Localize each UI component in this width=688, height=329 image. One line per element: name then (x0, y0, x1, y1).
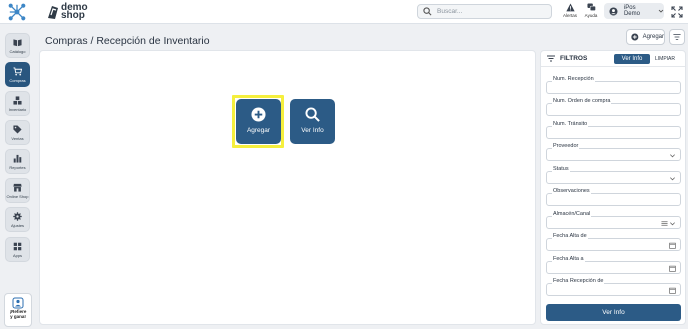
sidebar-item-apps[interactable]: Apps (5, 237, 30, 262)
bar-chart-icon (13, 154, 22, 163)
tag-icon (13, 125, 22, 134)
sidebar-item-label: Online Shop (6, 194, 29, 199)
boxes-icon (13, 96, 22, 105)
sidebar-item-ajustes[interactable]: Ajustes (5, 207, 30, 232)
field-fecha-alta-de[interactable] (546, 238, 681, 251)
search-icon (305, 107, 320, 122)
field-label-almacen-canal: Almacén/Canal (552, 211, 592, 217)
help-label: Ayuda (584, 13, 598, 18)
field-fecha-alta-a[interactable] (546, 261, 681, 274)
sidebar: Catálogo Compras Inventario Ventas Repor… (0, 25, 37, 329)
chevron-down-icon (670, 222, 675, 226)
filter-icon (547, 55, 555, 62)
view-info-button[interactable]: Ver Info (290, 99, 335, 144)
filter-toggle-button[interactable] (669, 29, 685, 45)
sidebar-item-compras[interactable]: Compras (5, 62, 30, 87)
chevron-down-icon (670, 154, 675, 158)
apps-icon (13, 242, 22, 251)
refer-and-earn-button[interactable]: ¡Refiere y gana! (4, 293, 32, 327)
filters-panel: FILTROS Ver Info LIMPIAR Num. Recepción … (540, 50, 686, 325)
sidebar-item-label: Apps (12, 253, 23, 258)
sidebar-item-catalogo[interactable]: Catálogo (5, 33, 30, 58)
search-box[interactable] (417, 4, 552, 19)
app-logo-icon[interactable] (8, 3, 26, 21)
calendar-icon (669, 287, 676, 294)
cart-icon (13, 67, 22, 76)
top-bar: demo shop Alertas Ayuda iPos Demo (0, 0, 688, 24)
search-icon (423, 7, 432, 16)
main-content-panel: Agregar Ver Info (39, 50, 536, 325)
field-label-num-orden-compra: Num. Orden de compra (552, 98, 612, 104)
user-name: iPos Demo (623, 5, 640, 17)
sidebar-item-inventario[interactable]: Inventario (5, 91, 30, 116)
field-label-proveedor: Proveedor (552, 143, 580, 149)
calendar-icon (669, 242, 676, 249)
field-proveedor[interactable] (546, 148, 681, 161)
sidebar-item-label: Ventas (11, 136, 24, 141)
sidebar-item-label: Inventario (8, 107, 27, 112)
field-fecha-recepcion-de[interactable] (546, 283, 681, 296)
alerts-button[interactable]: Alertas (560, 3, 580, 18)
warning-icon (565, 3, 575, 12)
field-label-fecha-alta-a: Fecha Alta a (552, 256, 585, 262)
help-button[interactable]: Ayuda (581, 3, 601, 18)
filters-header: FILTROS Ver Info LIMPIAR (541, 51, 685, 67)
plus-circle-icon (251, 107, 266, 122)
filters-view-info-tab[interactable]: Ver Info (614, 54, 650, 64)
add-button[interactable]: Agregar (626, 29, 665, 45)
page-title: Compras / Recepción de Inventario (45, 35, 210, 47)
user-avatar-icon (609, 6, 618, 16)
field-label-num-transito: Num. Tránsito (552, 121, 589, 127)
filter-icon (673, 34, 681, 40)
filters-clear-button[interactable]: LIMPIAR (655, 56, 675, 62)
filters-title: FILTROS (560, 55, 588, 62)
add-reception-button[interactable]: Agregar (236, 99, 281, 144)
list-checks-icon (661, 221, 668, 226)
field-num-recepcion[interactable] (546, 81, 681, 94)
add-reception-label: Agregar (246, 127, 271, 134)
field-label-fecha-alta-de: Fecha Alta de (552, 233, 588, 239)
book-icon (13, 39, 22, 47)
field-label-status: Status (552, 166, 570, 172)
sidebar-item-label: Compras (9, 78, 26, 83)
sidebar-item-label: Ajustes (10, 223, 25, 228)
view-info-label: Ver Info (301, 127, 324, 134)
calendar-icon (669, 265, 676, 272)
field-observaciones[interactable] (546, 193, 681, 206)
user-menu[interactable]: iPos Demo (604, 3, 664, 19)
sidebar-item-reportes[interactable]: Reportes (5, 149, 30, 174)
sidebar-item-ventas[interactable]: Ventas (5, 120, 30, 145)
add-button-label: Agregar (642, 34, 664, 40)
sidebar-item-label: Reportes (9, 165, 26, 170)
field-num-transito[interactable] (546, 126, 681, 139)
brand-mark-icon (48, 6, 58, 19)
filters-submit-button[interactable]: Ver Info (546, 304, 681, 321)
field-almacen-canal[interactable] (546, 216, 681, 229)
store-icon (13, 183, 22, 192)
search-input[interactable] (437, 8, 547, 15)
field-label-fecha-recepcion-de: Fecha Recepción de (552, 278, 605, 284)
field-num-orden-compra[interactable] (546, 103, 681, 116)
refer-line-2: y gana! (10, 314, 26, 319)
chevron-down-icon (670, 177, 675, 181)
plus-circle-icon (631, 33, 639, 41)
chevron-down-icon (658, 9, 664, 13)
brand-text: demo shop (61, 3, 88, 21)
fullscreen-icon[interactable] (671, 6, 683, 18)
alerts-label: Alertas (562, 13, 577, 18)
referral-icon (12, 297, 24, 309)
field-label-observaciones: Observaciones (552, 188, 591, 194)
sidebar-item-online-shop[interactable]: Online Shop (5, 178, 30, 203)
gear-icon (13, 212, 22, 221)
brand-logo[interactable]: demo shop (46, 2, 88, 22)
field-label-num-recepcion: Num. Recepción (552, 76, 595, 82)
chat-icon (586, 3, 596, 11)
brand-line-2: shop (61, 10, 85, 21)
field-status[interactable] (546, 171, 681, 184)
sidebar-item-label: Catálogo (9, 49, 26, 54)
